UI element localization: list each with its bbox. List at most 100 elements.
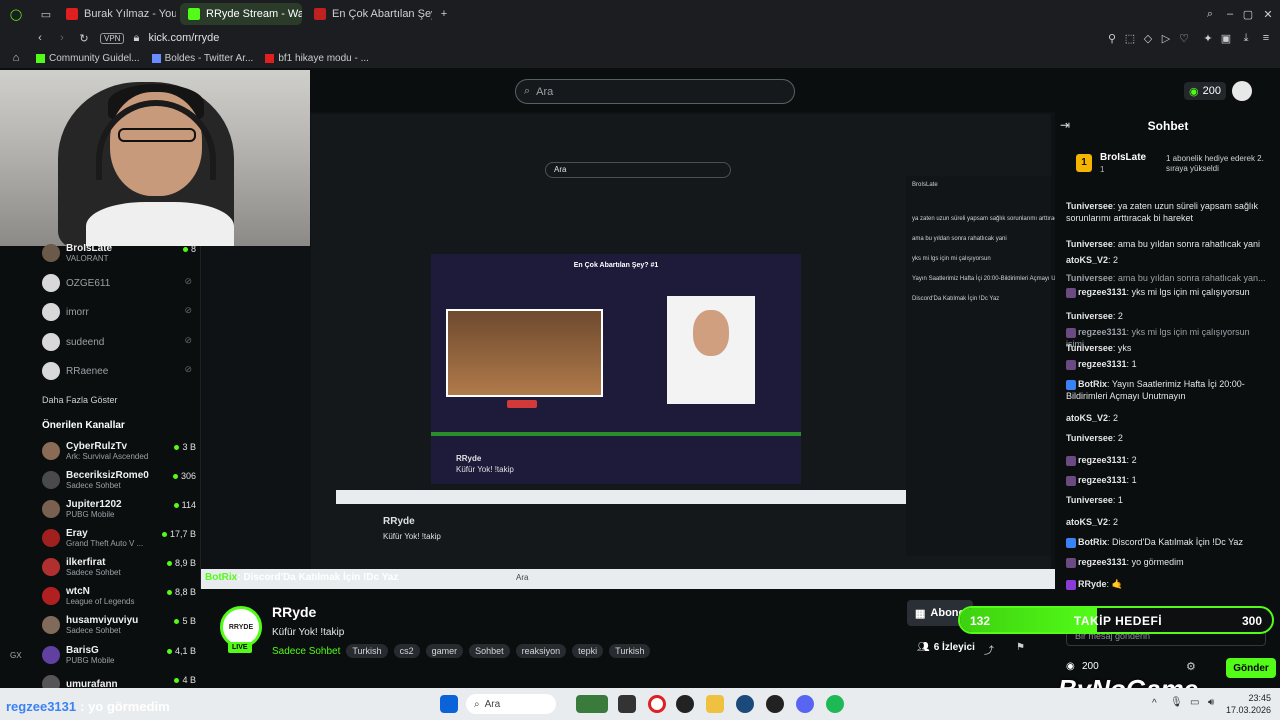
bookmark-boldes[interactable]: Boldes - Twitter Ar... (151, 53, 253, 64)
network-icon[interactable]: ▭ (1190, 697, 1199, 708)
opera-icon[interactable] (648, 695, 666, 713)
followed-channel[interactable]: OZGE611 ⊘ (36, 270, 196, 296)
chat-username[interactable]: regzee3131 (1078, 455, 1127, 465)
chat-username[interactable]: BotRix (1078, 537, 1107, 547)
snapshot-icon[interactable]: ⬚ (1122, 30, 1138, 46)
chat-text: 2 (1131, 455, 1137, 465)
tab-youtube[interactable]: Burak Yılmaz - YouTube (58, 3, 176, 25)
nested-stream-title: Küfür Yok! !takip (456, 465, 514, 474)
followed-channel[interactable]: imorr ⊘ (36, 299, 196, 325)
share-icon[interactable]: ⤴ (984, 642, 994, 657)
extension-icon[interactable]: ◇ (1140, 30, 1156, 46)
wallet-icon[interactable]: ▣ (1218, 30, 1234, 46)
tag[interactable]: tepki (572, 644, 604, 658)
recommended-channel[interactable]: BeceriksizRome0 Sadece Sohbet 306 (36, 467, 196, 493)
chat-username[interactable]: regzee3131 (1078, 327, 1127, 337)
search-tabs-icon[interactable]: ⌕ (1202, 6, 1218, 22)
tag[interactable]: reaksiyon (515, 644, 567, 658)
chat-username[interactable]: Tuniversee (1066, 239, 1113, 249)
search-input[interactable]: ⌕ Ara (515, 79, 795, 104)
close-icon[interactable]: ✕ (1260, 6, 1276, 22)
chat-message: regzee3131: yo görmedim (1066, 556, 1276, 568)
recommended-channel[interactable]: Jupiter1202 PUBG Mobile 114 (36, 496, 196, 522)
video-tab-icon (314, 8, 326, 20)
tag[interactable]: Turkish (346, 644, 388, 658)
chat-username[interactable]: Tuniversee (1066, 433, 1113, 443)
show-more-link[interactable]: Daha Fazla Göster (42, 395, 118, 405)
pinned-user[interactable]: BroIsLate (1100, 152, 1146, 163)
opera-logo-icon[interactable]: ◯ (8, 6, 24, 22)
chat-username[interactable]: Tuniversee (1066, 311, 1113, 321)
tab-kick-stream[interactable]: RRyde Stream - Watch Li... (180, 3, 302, 25)
stream-video[interactable]: Ara BroIsLate ya zaten uzun süreli yapsa… (200, 112, 1055, 589)
recommended-channel[interactable]: Eray Grand Theft Auto V ... 17,7 B (36, 525, 196, 551)
chat-username[interactable]: Tuniversee (1066, 273, 1113, 283)
chat-username[interactable]: Tuniversee (1066, 201, 1113, 211)
widgets-icon[interactable] (576, 695, 608, 713)
heart-icon[interactable]: ♡ (1176, 30, 1192, 46)
followed-channel[interactable]: RRaenee ⊘ (36, 358, 196, 384)
url-field[interactable]: kick.com/rryde (148, 32, 219, 44)
tag[interactable]: Sohbet (469, 644, 510, 658)
bookmark-kick[interactable]: Community Guidel... (36, 53, 140, 64)
chat-username[interactable]: Tuniversee (1066, 495, 1113, 505)
followed-channel[interactable]: sudeend ⊘ (36, 329, 196, 355)
kick-coins[interactable]: ◉ 200 (1184, 82, 1226, 100)
pin-icon[interactable]: ⚲ (1104, 30, 1120, 46)
chat-username[interactable]: regzee3131 (1078, 475, 1127, 485)
epic-icon[interactable] (766, 695, 784, 713)
tab-video[interactable]: En Çok Abartılan Şey? #1 (306, 3, 432, 25)
tag[interactable]: cs2 (393, 644, 420, 658)
channel-name[interactable]: RRyde (272, 604, 316, 620)
windows-start-icon[interactable] (440, 695, 458, 713)
vpn-badge[interactable]: VPN (100, 32, 125, 44)
taskbar-search[interactable]: ⌕ Ara (466, 694, 556, 714)
tag[interactable]: Turkish (609, 644, 651, 658)
tab-menu-icon[interactable]: ▭ (38, 6, 54, 22)
tag[interactable]: gamer (425, 644, 464, 658)
menu-icon[interactable]: ≡ (1258, 30, 1274, 46)
new-tab-icon[interactable]: + (436, 6, 452, 22)
taskbar-clock[interactable]: 23:45 17.03.2026 (1226, 692, 1271, 716)
puzzle-icon[interactable]: ✦ (1200, 30, 1216, 46)
chat-username[interactable]: BotRix (1078, 379, 1107, 389)
back-icon[interactable]: ‹ (32, 30, 48, 46)
chat-username[interactable]: atoKS_V2 (1066, 517, 1108, 527)
recommended-channel[interactable]: ilkerfirat Sadece Sohbet 8,9 B (36, 554, 196, 580)
volume-icon[interactable]: 🔊︎ (1208, 697, 1214, 708)
settings-icon[interactable]: ⚙ (1186, 660, 1196, 673)
forward-icon[interactable]: › (54, 30, 70, 46)
recommended-channel[interactable]: husamviyuviyu Sadece Sohbet 5 B (36, 612, 196, 638)
maximize-icon[interactable]: ▢ (1240, 6, 1256, 22)
chat-username[interactable]: RRyde (1078, 579, 1107, 589)
download-icon[interactable]: ⤓ (1238, 30, 1254, 46)
steam-icon[interactable] (736, 695, 754, 713)
player-icon[interactable]: ▷ (1158, 30, 1174, 46)
reload-icon[interactable]: ↻ (76, 30, 92, 46)
spotify-icon[interactable] (826, 695, 844, 713)
tray-chevron-icon[interactable]: ^ (1152, 698, 1157, 709)
task-view-icon[interactable] (618, 695, 636, 713)
chat-username[interactable]: atoKS_V2 (1066, 413, 1108, 423)
chat-username[interactable]: regzee3131 (1078, 359, 1127, 369)
chat-username[interactable]: atoKS_V2 (1066, 255, 1108, 265)
category-link[interactable]: Sadece Sohbet (272, 646, 340, 657)
obs-icon[interactable] (676, 695, 694, 713)
mic-icon[interactable]: 🎙︎ (1170, 697, 1183, 708)
file-explorer-icon[interactable] (706, 695, 724, 713)
recommended-channel[interactable]: BarisG PUBG Mobile 4,1 B (36, 642, 196, 668)
recommended-channel[interactable]: CyberRulzTv Ark: Survival Ascended 3 B (36, 438, 196, 464)
bookmark-bf1[interactable]: bf1 hikaye modu - ... (265, 53, 369, 64)
recommended-channel[interactable]: wtcN League of Legends 8,8 B (36, 583, 196, 609)
report-icon[interactable]: ⚑ (1016, 642, 1025, 653)
minimize-icon[interactable]: – (1222, 6, 1238, 22)
user-avatar[interactable] (1232, 81, 1252, 101)
bookmark-folder-icon[interactable]: ⌂ (8, 50, 24, 66)
send-button[interactable]: Gönder (1226, 658, 1276, 678)
chat-username[interactable]: regzee3131 (1078, 557, 1127, 567)
followed-channel[interactable]: BroIsLate VALORANT 8 (36, 240, 196, 266)
gx-label[interactable]: GX (10, 651, 22, 660)
discord-icon[interactable] (796, 695, 814, 713)
chat-username[interactable]: Tuniversee (1066, 343, 1113, 353)
chat-username[interactable]: regzee3131 (1078, 287, 1127, 297)
